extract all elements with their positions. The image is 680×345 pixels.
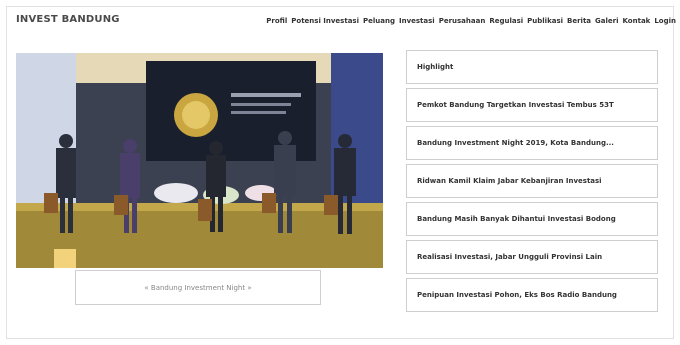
nav-potensi-investasi[interactable]: Potensi Investasi (291, 17, 359, 25)
highlight-item[interactable]: Realisasi Investasi, Jabar Ungguli Provi… (406, 240, 658, 274)
nav-publikasi[interactable]: Publikasi (527, 17, 563, 25)
main-nav: Profil Potensi Investasi Peluang Investa… (266, 17, 676, 25)
nav-investasi[interactable]: Investasi (399, 17, 435, 25)
nav-galeri[interactable]: Galeri (595, 17, 618, 25)
nav-profil[interactable]: Profil (266, 17, 287, 25)
hero-caption[interactable]: « Bandung Investment Night » (75, 270, 321, 305)
nav-kontak[interactable]: Kontak (623, 17, 651, 25)
highlight-item[interactable]: Ridwan Kamil Klaim Jabar Kebanjiran Inve… (406, 164, 658, 198)
site-logo-text[interactable]: INVEST BANDUNG (16, 14, 120, 25)
highlight-item[interactable]: Bandung Investment Night 2019, Kota Band… (406, 126, 658, 160)
hero-photo[interactable] (16, 53, 383, 268)
highlight-item[interactable]: Bandung Masih Banyak Dihantui Investasi … (406, 202, 658, 236)
highlight-heading: Highlight (406, 50, 658, 84)
nav-regulasi[interactable]: Regulasi (489, 17, 523, 25)
nav-berita[interactable]: Berita (567, 17, 591, 25)
nav-login[interactable]: Login (654, 17, 676, 25)
highlight-sidebar: Highlight Pemkot Bandung Targetkan Inves… (406, 50, 658, 316)
nav-perusahaan[interactable]: Perusahaan (439, 17, 486, 25)
nav-peluang[interactable]: Peluang (363, 17, 395, 25)
highlight-item[interactable]: Penipuan Investasi Pohon, Eks Bos Radio … (406, 278, 658, 312)
highlight-item[interactable]: Pemkot Bandung Targetkan Investasi Tembu… (406, 88, 658, 122)
